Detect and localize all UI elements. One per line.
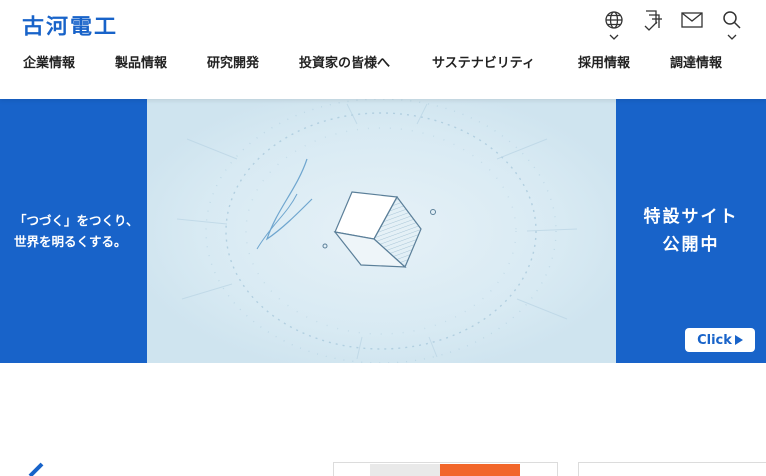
cube-illustration (147, 99, 616, 363)
nav-item-rnd[interactable]: 研究開発 (207, 55, 299, 73)
section-mark-icon (28, 462, 44, 476)
play-arrow-icon (734, 335, 743, 345)
globe-icon (605, 11, 623, 29)
banner-tagline-line1: 「つづく」をつくり、 (14, 213, 139, 228)
banner-left-panel: 「つづく」をつくり、 世界を明るくする。 (0, 99, 147, 363)
banner-click-button[interactable]: Click (685, 328, 755, 352)
banner-special-site-text: 特設サイト 公開中 (616, 203, 766, 259)
nav-item-investors[interactable]: 投資家の皆様へ (299, 55, 432, 73)
banner-special-site-line1: 特設サイト (643, 207, 739, 227)
global-nav: 企業情報 製品情報 研究開発 投資家の皆様へ サステナビリティ 採用情報 調達情… (23, 55, 722, 73)
contact-link[interactable] (681, 12, 703, 28)
nav-item-corporate[interactable]: 企業情報 (23, 55, 115, 73)
card-thumbnail-orange (440, 464, 520, 476)
card-thumbnail-gray (370, 464, 440, 476)
search-icon (723, 11, 741, 29)
nav-item-products[interactable]: 製品情報 (115, 55, 207, 73)
document-icon (644, 10, 662, 31)
nav-item-procurement[interactable]: 調達情報 (670, 55, 722, 73)
banner-special-site-line2: 公開中 (662, 235, 720, 255)
chevron-down-icon (609, 34, 619, 40)
nav-item-sustainability[interactable]: サステナビリティ (432, 55, 578, 73)
chevron-down-icon (727, 34, 737, 40)
mail-icon (681, 12, 703, 28)
banner-click-label: Click (697, 332, 732, 348)
catalog-link[interactable] (643, 10, 663, 32)
banner-right-panel: 特設サイト 公開中 Click (616, 99, 766, 363)
news-card-2[interactable] (578, 462, 766, 476)
banner-tagline-line2: 世界を明るくする。 (14, 234, 127, 249)
search-toggle[interactable] (722, 10, 742, 40)
news-card-1[interactable] (333, 462, 558, 476)
language-menu[interactable] (604, 10, 624, 40)
campaign-banner[interactable]: 「つづく」をつくり、 世界を明るくする。 特設サイト 公開中 Click (0, 99, 766, 363)
site-header: 古河電工 企業情報 製品情報 研究開発 投資家の皆様へ サステナビリティ 採用情… (0, 0, 766, 99)
company-logo[interactable]: 古河電工 (22, 15, 118, 42)
nav-item-careers[interactable]: 採用情報 (578, 55, 670, 73)
banner-tagline: 「つづく」をつくり、 世界を明るくする。 (14, 210, 139, 252)
